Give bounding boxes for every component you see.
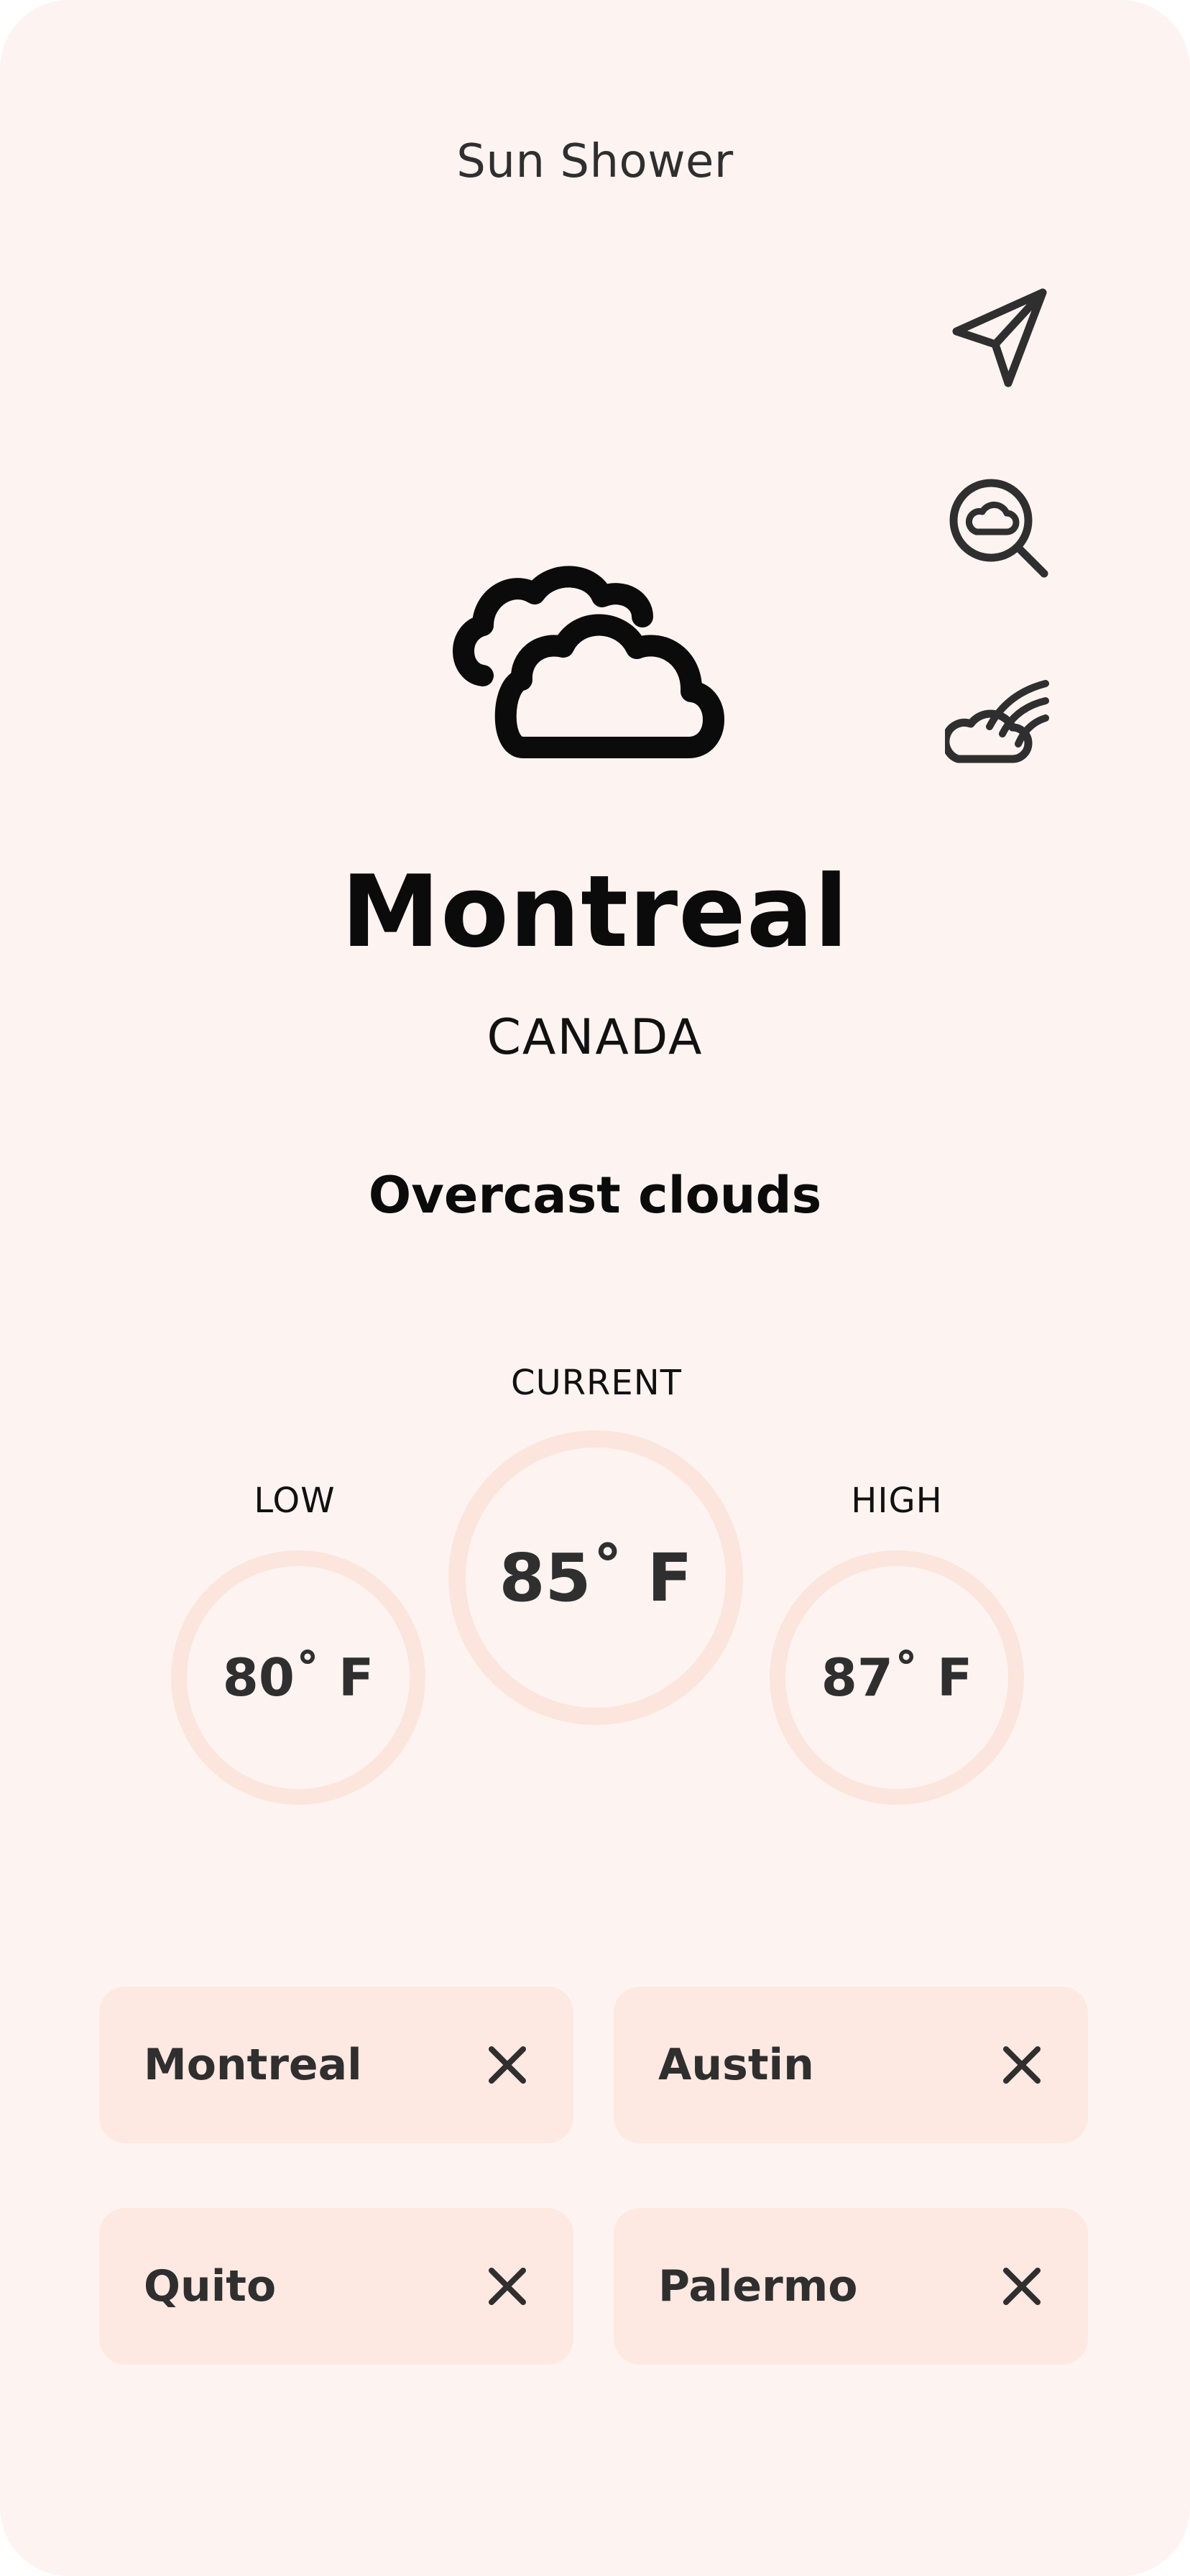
saved-city-chip[interactable]: Palermo bbox=[614, 2208, 1088, 2365]
navigation-arrow-icon[interactable] bbox=[941, 280, 1056, 395]
city-name: Montreal bbox=[341, 854, 849, 970]
close-icon[interactable] bbox=[993, 2258, 1051, 2315]
weather-condition: Overcast clouds bbox=[368, 1166, 822, 1225]
low-temp-label: LOW bbox=[254, 1481, 336, 1521]
saved-city-chip[interactable]: Montreal bbox=[99, 1987, 573, 2143]
saved-city-chip[interactable]: Austin bbox=[614, 1987, 1088, 2143]
saved-city-chip[interactable]: Quito bbox=[99, 2208, 573, 2365]
close-icon[interactable] bbox=[993, 2036, 1051, 2094]
low-temp-ring: 80˚ F bbox=[171, 1550, 425, 1805]
overcast-clouds-icon bbox=[451, 532, 739, 762]
search-weather-icon[interactable] bbox=[941, 471, 1056, 586]
current-temp-label: CURRENT bbox=[511, 1363, 682, 1403]
close-icon[interactable] bbox=[479, 2258, 536, 2315]
current-temp-value: 85˚ F bbox=[499, 1539, 693, 1616]
app-title: Sun Shower bbox=[456, 135, 734, 188]
saved-city-name: Montreal bbox=[144, 2040, 362, 2090]
high-temp-value: 87˚ F bbox=[821, 1647, 973, 1708]
country-name: CANADA bbox=[486, 1009, 704, 1066]
app-screen: Sun Shower Montreal CANADA Overcast clou… bbox=[0, 0, 1190, 2576]
saved-city-name: Austin bbox=[658, 2040, 814, 2090]
high-temp-label: HIGH bbox=[851, 1481, 943, 1521]
low-temp-value: 80˚ F bbox=[222, 1647, 374, 1708]
weather-forecast-icon[interactable] bbox=[941, 660, 1056, 775]
close-icon[interactable] bbox=[479, 2036, 536, 2094]
saved-city-name: Palermo bbox=[658, 2261, 858, 2312]
saved-city-name: Quito bbox=[144, 2261, 277, 2312]
current-temp-ring: 85˚ F bbox=[448, 1430, 743, 1725]
high-temp-ring: 87˚ F bbox=[770, 1550, 1024, 1805]
